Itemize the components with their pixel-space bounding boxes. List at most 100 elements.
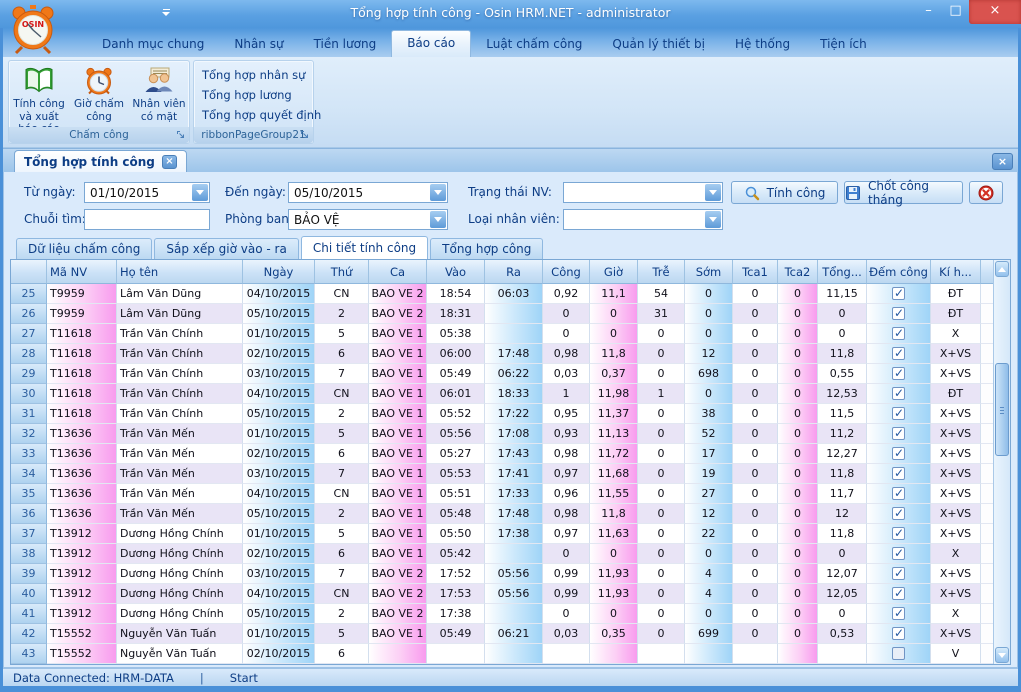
column-header-ho-ten[interactable]: Họ tên [117, 260, 243, 284]
cell-ngay[interactable]: 01/10/2015 [243, 424, 315, 444]
cell-tca1[interactable]: 0 [733, 544, 778, 564]
cell-tong[interactable]: 0,55 [818, 364, 867, 384]
view-tab-chi-tiet-tinh-cong[interactable]: Chi tiết tính công [301, 236, 428, 259]
row-header[interactable]: 33 [11, 444, 47, 464]
cell-ca[interactable]: BAO VE 1 [369, 464, 427, 484]
dem-cong-checkbox[interactable] [892, 467, 905, 480]
ribbon-tab-luat-cham-cong[interactable]: Luật chấm công [471, 32, 597, 57]
cell-vao[interactable]: 06:01 [427, 384, 485, 404]
cell-som[interactable]: 4 [685, 584, 733, 604]
cell-tre[interactable]: 0 [638, 364, 685, 384]
dem-cong-checkbox[interactable] [892, 527, 905, 540]
cell-gio[interactable]: 11,55 [590, 484, 638, 504]
cell-ca[interactable] [369, 644, 427, 664]
cell-vao[interactable]: 18:54 [427, 284, 485, 304]
cell-thu[interactable]: 5 [315, 324, 369, 344]
column-header-som[interactable]: Sớm [685, 260, 733, 284]
cell-vao[interactable]: 17:52 [427, 564, 485, 584]
cell-tong[interactable]: 0 [818, 604, 867, 624]
column-header-ra[interactable]: Ra [485, 260, 543, 284]
cell-vao[interactable]: 17:38 [427, 604, 485, 624]
cell-cong[interactable]: 0 [543, 324, 590, 344]
row-header[interactable]: 35 [11, 484, 47, 504]
cell-ki-hieu[interactable]: V [931, 644, 981, 664]
cancel-button[interactable] [969, 181, 1003, 204]
column-header-thu[interactable]: Thứ [315, 260, 369, 284]
cell-som[interactable]: 0 [685, 284, 733, 304]
cell-tca1[interactable]: 0 [733, 424, 778, 444]
column-header-ca[interactable]: Ca [369, 260, 427, 284]
cell-ngay[interactable]: 05/10/2015 [243, 404, 315, 424]
scroll-up-icon[interactable] [995, 261, 1009, 277]
cell-ma-nv[interactable]: T11618 [47, 384, 117, 404]
column-header-ki-hieu[interactable]: Kí h... [931, 260, 981, 284]
cell-tca2[interactable]: 0 [778, 424, 818, 444]
cell-ca[interactable]: BAO VE 1 [369, 364, 427, 384]
cell-tong[interactable]: 12,53 [818, 384, 867, 404]
cell-ma-nv[interactable]: T13912 [47, 524, 117, 544]
cell-cong[interactable]: 0,97 [543, 524, 590, 544]
cell-ca[interactable]: BAO VE 1 [369, 624, 427, 644]
cell-ngay[interactable]: 01/10/2015 [243, 324, 315, 344]
cell-gio[interactable]: 11,13 [590, 424, 638, 444]
cell-tca2[interactable]: 0 [778, 384, 818, 404]
cell-ho-ten[interactable]: Nguyễn Văn Tuấn [117, 624, 243, 644]
cell-tong[interactable]: 0 [818, 324, 867, 344]
cell-gio[interactable]: 0,35 [590, 624, 638, 644]
cell-ra[interactable]: 05:56 [485, 584, 543, 604]
cell-tca2[interactable] [778, 644, 818, 664]
cell-cong[interactable]: 0,93 [543, 424, 590, 444]
cell-thu[interactable]: CN [315, 284, 369, 304]
cell-tre[interactable]: 0 [638, 624, 685, 644]
cell-thu[interactable]: 2 [315, 504, 369, 524]
cell-ngay[interactable]: 04/10/2015 [243, 584, 315, 604]
cell-thu[interactable]: 2 [315, 604, 369, 624]
cell-tong[interactable]: 12,27 [818, 444, 867, 464]
cell-tca1[interactable] [733, 644, 778, 664]
cell-ho-ten[interactable]: Lâm Văn Dũng [117, 284, 243, 304]
row-header[interactable]: 30 [11, 384, 47, 404]
cell-thu[interactable]: CN [315, 584, 369, 604]
cell-ki-hieu[interactable]: X+VS [931, 344, 981, 364]
document-close-button[interactable]: × [992, 153, 1013, 170]
cell-ma-nv[interactable]: T11618 [47, 364, 117, 384]
dem-cong-checkbox[interactable] [892, 567, 905, 580]
cell-tca1[interactable]: 0 [733, 344, 778, 364]
cell-ra[interactable]: 05:56 [485, 564, 543, 584]
chevron-down-icon[interactable] [705, 184, 721, 201]
dem-cong-checkbox[interactable] [892, 607, 905, 620]
cell-tca1[interactable]: 0 [733, 504, 778, 524]
column-header-tca2[interactable]: Tca2 [778, 260, 818, 284]
cell-tca2[interactable]: 0 [778, 464, 818, 484]
cell-tre[interactable]: 0 [638, 464, 685, 484]
cell-ma-nv[interactable]: T13636 [47, 444, 117, 464]
cell-tong[interactable] [818, 644, 867, 664]
cell-tong[interactable]: 12,07 [818, 564, 867, 584]
cell-vao[interactable]: 05:52 [427, 404, 485, 424]
cell-tca1[interactable]: 0 [733, 464, 778, 484]
cell-ca[interactable]: BAO VE 1 [369, 424, 427, 444]
cell-ho-ten[interactable]: Trần Văn Mến [117, 444, 243, 464]
cell-som[interactable]: 698 [685, 364, 733, 384]
dem-cong-checkbox[interactable] [892, 387, 905, 400]
cell-som[interactable]: 0 [685, 544, 733, 564]
cell-tre[interactable]: 0 [638, 444, 685, 464]
cell-ngay[interactable]: 02/10/2015 [243, 344, 315, 364]
cell-ngay[interactable]: 02/10/2015 [243, 644, 315, 664]
chevron-down-icon[interactable] [430, 211, 446, 228]
dem-cong-checkbox[interactable] [892, 647, 905, 660]
row-header[interactable]: 40 [11, 584, 47, 604]
column-header-dem-cong[interactable]: Đếm công [867, 260, 931, 284]
cell-gio[interactable]: 11,93 [590, 564, 638, 584]
cell-vao[interactable]: 05:27 [427, 444, 485, 464]
cell-ngay[interactable]: 01/10/2015 [243, 524, 315, 544]
cell-tca1[interactable]: 0 [733, 364, 778, 384]
tinh-cong-button[interactable]: Tính công [731, 181, 838, 204]
cell-cong[interactable]: 1 [543, 384, 590, 404]
cell-som[interactable]: 4 [685, 564, 733, 584]
cell-cong[interactable]: 0,98 [543, 444, 590, 464]
cell-thu[interactable]: 5 [315, 424, 369, 444]
cell-ki-hieu[interactable]: X+VS [931, 404, 981, 424]
cell-ngay[interactable]: 04/10/2015 [243, 284, 315, 304]
cell-tca2[interactable]: 0 [778, 304, 818, 324]
